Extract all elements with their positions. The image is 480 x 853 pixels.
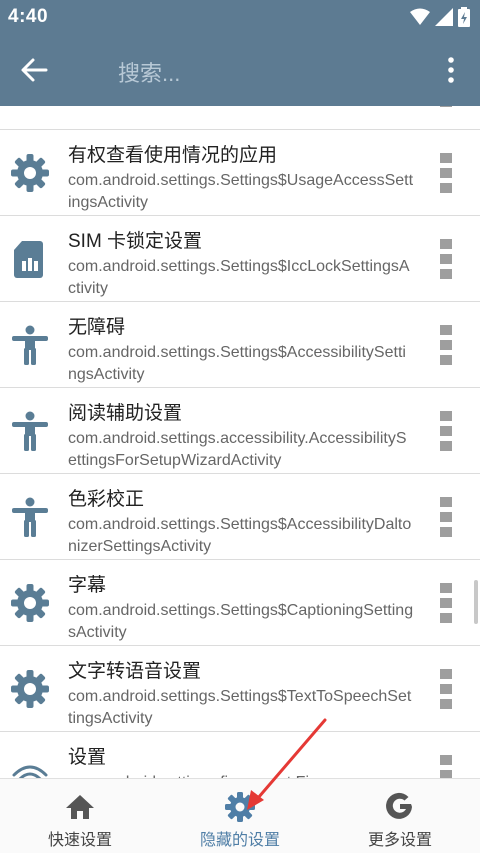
- list-item[interactable]: 阅读辅助设置 com.android.settings.accessibility…: [0, 388, 480, 474]
- nav-more-settings-label: 更多设置: [367, 832, 432, 849]
- item-subtitle: com.android.settings.Settings$TextToSpee…: [68, 688, 412, 727]
- drag-handle-icon[interactable]: [440, 239, 452, 279]
- nav-quick-settings[interactable]: 快速设置: [0, 779, 160, 853]
- item-title: 文字转语音设置: [68, 661, 202, 682]
- item-subtitle: com.android.settings.Settings$Accessibil…: [68, 344, 406, 383]
- status-icons: [410, 7, 470, 27]
- item-subtitle: com.android.settings.Settings$Captioning…: [68, 602, 414, 641]
- drag-handle-icon[interactable]: [440, 411, 452, 451]
- list-item[interactable]: 无障碍 com.android.settings.Settings$Accessi…: [0, 302, 480, 388]
- list-item[interactable]: 有权查看使用情况的应用 com.android.settings.Settings…: [0, 130, 480, 216]
- list-item[interactable]: 色彩校正 com.android.settings.Settings$Access…: [0, 474, 480, 560]
- gear-icon: [8, 581, 52, 625]
- nav-hidden-settings[interactable]: 隐藏的设置: [160, 779, 320, 853]
- drag-handle-icon[interactable]: [440, 106, 452, 107]
- drag-handle-icon[interactable]: [440, 583, 452, 623]
- list-item[interactable]: 文字转语音设置 com.android.settings.Settings$Tex…: [0, 646, 480, 732]
- drag-handle-icon[interactable]: [440, 325, 452, 365]
- more-vert-icon[interactable]: [442, 56, 460, 84]
- list-item[interactable]: com.android.settings.SetProfileOwner: [0, 106, 480, 130]
- item-title: 色彩校正: [68, 489, 145, 510]
- sim-card-icon: [8, 237, 52, 281]
- home-icon: [66, 795, 94, 819]
- search-input[interactable]: 搜索...: [118, 56, 180, 88]
- drag-handle-icon[interactable]: [440, 153, 452, 193]
- item-title: 设置: [68, 747, 107, 768]
- item-subtitle: com.android.settings.Settings$IccLockSet…: [68, 258, 410, 297]
- gear-icon: [8, 151, 52, 195]
- status-time: 4:40: [8, 6, 49, 27]
- drag-handle-icon[interactable]: [440, 755, 452, 778]
- drag-handle-icon[interactable]: [440, 669, 452, 709]
- accessibility-icon: [8, 323, 52, 367]
- gear-icon: [225, 792, 255, 822]
- item-subtitle: com.android.settings.Settings$UsageAcces…: [68, 172, 414, 211]
- signal-icon: [435, 8, 453, 26]
- item-title: 无障碍: [68, 317, 126, 338]
- accessibility-icon: [8, 495, 52, 539]
- google-g-icon: [386, 792, 412, 819]
- gear-icon: [8, 106, 52, 109]
- fingerprint-icon: [8, 753, 52, 778]
- item-title: 阅读辅助设置: [68, 403, 183, 424]
- item-subtitle: com.android.settings.Settings$Accessibil…: [68, 516, 412, 555]
- gear-icon: [8, 667, 52, 711]
- scrollbar-thumb[interactable]: [474, 580, 478, 624]
- item-subtitle: com.android.settings.accessibility.Acces…: [68, 430, 407, 469]
- nav-quick-settings-label: 快速设置: [47, 832, 112, 849]
- nav-hidden-settings-label: 隐藏的设置: [199, 832, 280, 849]
- back-arrow-icon[interactable]: [20, 56, 48, 84]
- status-bar: 4:40: [0, 0, 480, 34]
- item-title: SIM 卡锁定设置: [68, 231, 203, 252]
- bottom-navigation: 快速设置 隐藏的设置 更多设置: [0, 778, 480, 853]
- list-item[interactable]: 字幕 com.android.settings.Settings$Captioni…: [0, 560, 480, 646]
- list-item[interactable]: SIM 卡锁定设置 com.android.settings.Settings$I…: [0, 216, 480, 302]
- nav-more-settings[interactable]: 更多设置: [320, 779, 480, 853]
- list-item[interactable]: 设置com.android.settings.fingerprint.Fi: [0, 732, 480, 778]
- item-title: 字幕: [68, 575, 107, 596]
- accessibility-icon: [8, 409, 52, 453]
- item-title: 有权查看使用情况的应用: [68, 145, 278, 166]
- app-bar: 搜索...: [0, 34, 480, 106]
- battery-icon: [458, 7, 470, 27]
- settings-list[interactable]: com.android.settings.SetProfileOwner有权查看…: [0, 106, 480, 778]
- drag-handle-icon[interactable]: [440, 497, 452, 537]
- wifi-icon: [410, 8, 430, 25]
